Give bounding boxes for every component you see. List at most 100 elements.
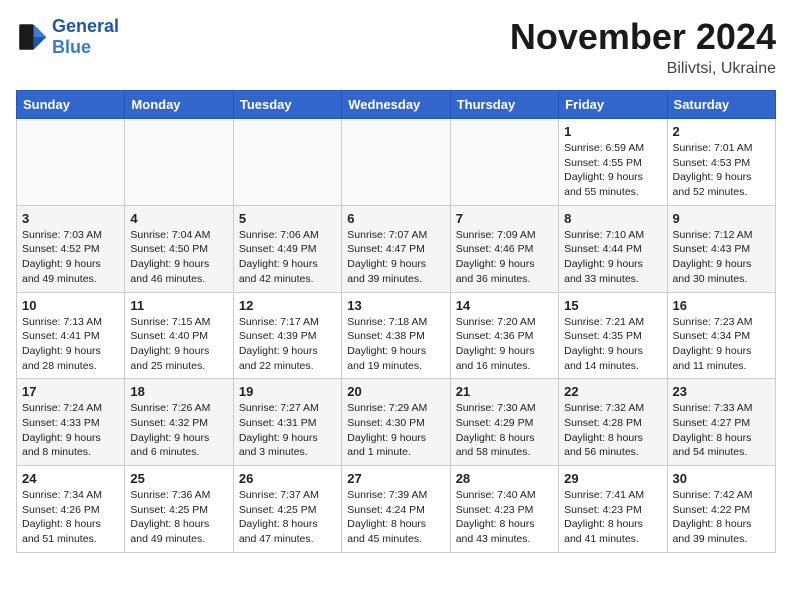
calendar-day-16: 16 Sunrise: 7:23 AM Sunset: 4:34 PM Dayli…: [667, 292, 775, 379]
day-number: 5: [239, 211, 336, 226]
month-title: November 2024: [510, 16, 776, 58]
day-number: 30: [673, 471, 770, 486]
day-number: 3: [22, 211, 119, 226]
calendar-day-23: 23 Sunrise: 7:33 AM Sunset: 4:27 PM Dayli…: [667, 379, 775, 466]
day-number: 13: [347, 298, 444, 313]
weekday-header-wednesday: Wednesday: [342, 91, 450, 119]
calendar-day-15: 15 Sunrise: 7:21 AM Sunset: 4:35 PM Dayli…: [559, 292, 667, 379]
calendar-day-30: 30 Sunrise: 7:42 AM Sunset: 4:22 PM Dayli…: [667, 466, 775, 553]
calendar-week-1: 1Sunrise: 6:59 AM Sunset: 4:55 PM Daylig…: [17, 119, 776, 206]
calendar-day-5: 5 Sunrise: 7:06 AM Sunset: 4:49 PM Daylig…: [233, 205, 341, 292]
day-number: 4: [130, 211, 227, 226]
calendar-day-empty: [17, 119, 125, 206]
calendar-day-7: 7 Sunrise: 7:09 AM Sunset: 4:46 PM Daylig…: [450, 205, 558, 292]
day-info: Sunrise: 7:34 AM Sunset: 4:26 PM Dayligh…: [22, 488, 119, 547]
logo-text: General Blue: [52, 16, 119, 57]
day-number: 23: [673, 384, 770, 399]
day-info: Sunrise: 7:33 AM Sunset: 4:27 PM Dayligh…: [673, 401, 770, 460]
day-number: 12: [239, 298, 336, 313]
calendar-day-empty: [233, 119, 341, 206]
calendar-day-18: 18 Sunrise: 7:26 AM Sunset: 4:32 PM Dayli…: [125, 379, 233, 466]
day-number: 28: [456, 471, 553, 486]
day-number: 7: [456, 211, 553, 226]
calendar-day-3: 3 Sunrise: 7:03 AM Sunset: 4:52 PM Daylig…: [17, 205, 125, 292]
calendar-day-9: 9Sunrise: 7:12 AM Sunset: 4:43 PM Daylig…: [667, 205, 775, 292]
day-info: Sunrise: 7:27 AM Sunset: 4:31 PM Dayligh…: [239, 401, 336, 460]
title-block: November 2024 Bilivtsi, Ukraine: [510, 16, 776, 78]
day-info: Sunrise: 7:40 AM Sunset: 4:23 PM Dayligh…: [456, 488, 553, 547]
day-info: Sunrise: 7:03 AM Sunset: 4:52 PM Dayligh…: [22, 228, 119, 287]
calendar-day-28: 28 Sunrise: 7:40 AM Sunset: 4:23 PM Dayli…: [450, 466, 558, 553]
weekday-header-thursday: Thursday: [450, 91, 558, 119]
calendar-week-3: 10Sunrise: 7:13 AM Sunset: 4:41 PM Dayli…: [17, 292, 776, 379]
day-info: Sunrise: 6:59 AM Sunset: 4:55 PM Dayligh…: [564, 141, 661, 200]
calendar-day-4: 4 Sunrise: 7:04 AM Sunset: 4:50 PM Daylig…: [125, 205, 233, 292]
calendar-day-29: 29 Sunrise: 7:41 AM Sunset: 4:23 PM Dayli…: [559, 466, 667, 553]
day-info: Sunrise: 7:01 AM Sunset: 4:53 PM Dayligh…: [673, 141, 770, 200]
weekday-header-friday: Friday: [559, 91, 667, 119]
calendar-day-empty: [125, 119, 233, 206]
day-info: Sunrise: 7:23 AM Sunset: 4:34 PM Dayligh…: [673, 315, 770, 374]
day-info: Sunrise: 7:30 AM Sunset: 4:29 PM Dayligh…: [456, 401, 553, 460]
day-number: 14: [456, 298, 553, 313]
day-number: 11: [130, 298, 227, 313]
day-number: 24: [22, 471, 119, 486]
day-number: 25: [130, 471, 227, 486]
day-info: Sunrise: 7:09 AM Sunset: 4:46 PM Dayligh…: [456, 228, 553, 287]
calendar-week-4: 17Sunrise: 7:24 AM Sunset: 4:33 PM Dayli…: [17, 379, 776, 466]
calendar-day-8: 8 Sunrise: 7:10 AM Sunset: 4:44 PM Daylig…: [559, 205, 667, 292]
calendar-day-13: 13 Sunrise: 7:18 AM Sunset: 4:38 PM Dayli…: [342, 292, 450, 379]
day-info: Sunrise: 7:29 AM Sunset: 4:30 PM Dayligh…: [347, 401, 444, 460]
weekday-header-saturday: Saturday: [667, 91, 775, 119]
day-info: Sunrise: 7:21 AM Sunset: 4:35 PM Dayligh…: [564, 315, 661, 374]
calendar-day-22: 22Sunrise: 7:32 AM Sunset: 4:28 PM Dayli…: [559, 379, 667, 466]
day-number: 26: [239, 471, 336, 486]
day-info: Sunrise: 7:17 AM Sunset: 4:39 PM Dayligh…: [239, 315, 336, 374]
calendar-day-25: 25 Sunrise: 7:36 AM Sunset: 4:25 PM Dayli…: [125, 466, 233, 553]
calendar-day-10: 10Sunrise: 7:13 AM Sunset: 4:41 PM Dayli…: [17, 292, 125, 379]
day-info: Sunrise: 7:12 AM Sunset: 4:43 PM Dayligh…: [673, 228, 770, 287]
day-info: Sunrise: 7:10 AM Sunset: 4:44 PM Dayligh…: [564, 228, 661, 287]
weekday-header-row: SundayMondayTuesdayWednesdayThursdayFrid…: [17, 91, 776, 119]
day-info: Sunrise: 7:32 AM Sunset: 4:28 PM Dayligh…: [564, 401, 661, 460]
day-info: Sunrise: 7:20 AM Sunset: 4:36 PM Dayligh…: [456, 315, 553, 374]
day-number: 16: [673, 298, 770, 313]
calendar-day-27: 27Sunrise: 7:39 AM Sunset: 4:24 PM Dayli…: [342, 466, 450, 553]
day-number: 15: [564, 298, 661, 313]
day-info: Sunrise: 7:41 AM Sunset: 4:23 PM Dayligh…: [564, 488, 661, 547]
day-info: Sunrise: 7:37 AM Sunset: 4:25 PM Dayligh…: [239, 488, 336, 547]
calendar-day-19: 19Sunrise: 7:27 AM Sunset: 4:31 PM Dayli…: [233, 379, 341, 466]
day-info: Sunrise: 7:39 AM Sunset: 4:24 PM Dayligh…: [347, 488, 444, 547]
day-info: Sunrise: 7:24 AM Sunset: 4:33 PM Dayligh…: [22, 401, 119, 460]
calendar-day-20: 20Sunrise: 7:29 AM Sunset: 4:30 PM Dayli…: [342, 379, 450, 466]
weekday-header-monday: Monday: [125, 91, 233, 119]
day-info: Sunrise: 7:26 AM Sunset: 4:32 PM Dayligh…: [130, 401, 227, 460]
calendar-day-1: 1Sunrise: 6:59 AM Sunset: 4:55 PM Daylig…: [559, 119, 667, 206]
calendar-day-14: 14 Sunrise: 7:20 AM Sunset: 4:36 PM Dayli…: [450, 292, 558, 379]
calendar-day-24: 24 Sunrise: 7:34 AM Sunset: 4:26 PM Dayli…: [17, 466, 125, 553]
calendar-day-11: 11 Sunrise: 7:15 AM Sunset: 4:40 PM Dayli…: [125, 292, 233, 379]
calendar-day-2: 2Sunrise: 7:01 AM Sunset: 4:53 PM Daylig…: [667, 119, 775, 206]
calendar-day-21: 21Sunrise: 7:30 AM Sunset: 4:29 PM Dayli…: [450, 379, 558, 466]
day-info: Sunrise: 7:04 AM Sunset: 4:50 PM Dayligh…: [130, 228, 227, 287]
day-info: Sunrise: 7:36 AM Sunset: 4:25 PM Dayligh…: [130, 488, 227, 547]
logo-icon: [16, 21, 48, 53]
day-number: 8: [564, 211, 661, 226]
calendar-day-6: 6Sunrise: 7:07 AM Sunset: 4:47 PM Daylig…: [342, 205, 450, 292]
day-number: 29: [564, 471, 661, 486]
logo: General Blue: [16, 16, 119, 57]
calendar-day-26: 26 Sunrise: 7:37 AM Sunset: 4:25 PM Dayli…: [233, 466, 341, 553]
location: Bilivtsi, Ukraine: [510, 60, 776, 78]
day-info: Sunrise: 7:15 AM Sunset: 4:40 PM Dayligh…: [130, 315, 227, 374]
weekday-header-tuesday: Tuesday: [233, 91, 341, 119]
calendar-day-12: 12 Sunrise: 7:17 AM Sunset: 4:39 PM Dayli…: [233, 292, 341, 379]
day-number: 10: [22, 298, 119, 313]
day-number: 18: [130, 384, 227, 399]
day-info: Sunrise: 7:18 AM Sunset: 4:38 PM Dayligh…: [347, 315, 444, 374]
calendar-body: 1Sunrise: 6:59 AM Sunset: 4:55 PM Daylig…: [17, 119, 776, 553]
header: General Blue November 2024 Bilivtsi, Ukr…: [16, 16, 776, 78]
day-info: Sunrise: 7:06 AM Sunset: 4:49 PM Dayligh…: [239, 228, 336, 287]
calendar-day-empty: [342, 119, 450, 206]
calendar-table: SundayMondayTuesdayWednesdayThursdayFrid…: [16, 90, 776, 553]
day-info: Sunrise: 7:42 AM Sunset: 4:22 PM Dayligh…: [673, 488, 770, 547]
